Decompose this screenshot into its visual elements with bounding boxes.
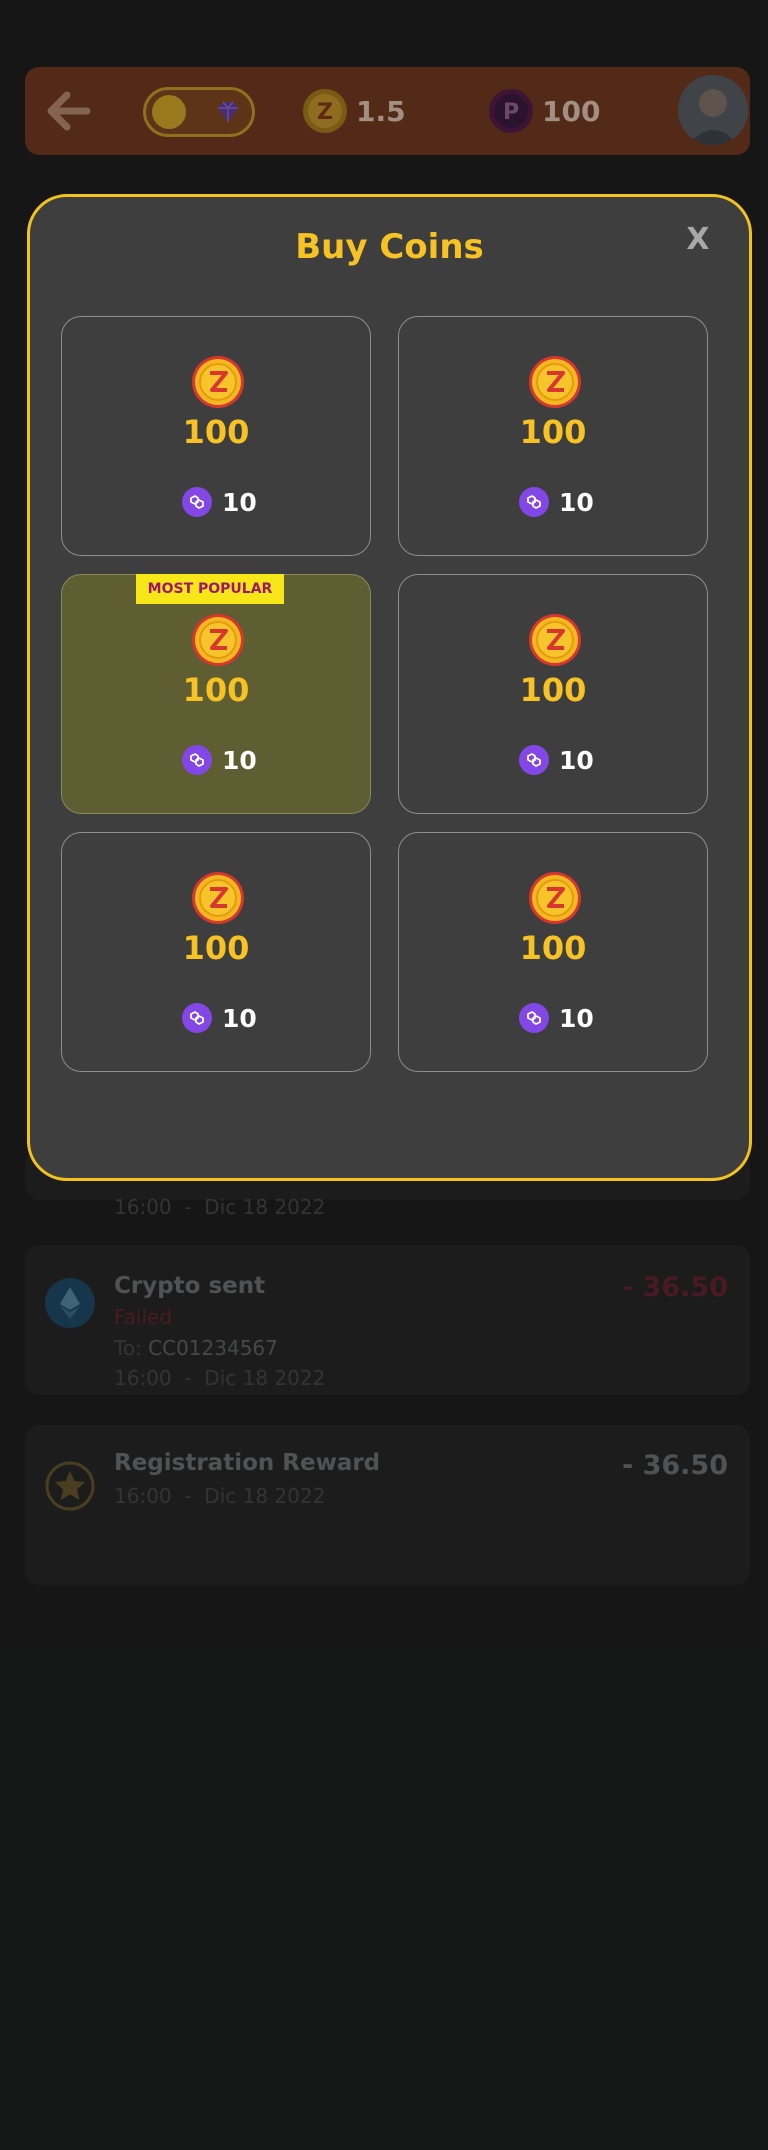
package-price: 10	[182, 745, 257, 775]
coin-package[interactable]: 100 10	[61, 316, 371, 556]
package-price-value: 10	[222, 487, 257, 517]
close-button[interactable]: X	[681, 223, 715, 257]
package-price: 10	[519, 745, 594, 775]
modal-title: Buy Coins	[295, 227, 484, 267]
package-price: 10	[519, 1003, 594, 1033]
coin-package[interactable]: 100 10	[398, 832, 708, 1072]
polygon-icon	[182, 745, 212, 775]
z-coin-icon	[192, 872, 244, 924]
polygon-icon	[182, 1003, 212, 1033]
polygon-icon	[519, 487, 549, 517]
package-price-value: 10	[222, 1003, 257, 1033]
package-amount: 100	[182, 929, 250, 967]
package-amount: 100	[519, 413, 587, 451]
coin-package[interactable]: 100 10	[61, 832, 371, 1072]
package-price: 10	[182, 487, 257, 517]
package-price-value: 10	[559, 745, 594, 775]
z-coin-icon	[529, 614, 581, 666]
most-popular-badge: MOST POPULAR	[136, 574, 284, 604]
package-amount: 100	[182, 671, 250, 709]
package-price-value: 10	[559, 487, 594, 517]
package-price: 10	[182, 1003, 257, 1033]
polygon-icon	[519, 1003, 549, 1033]
coin-package-popular[interactable]: 100 10 MOST POPULAR	[61, 574, 371, 814]
package-amount: 100	[519, 929, 587, 967]
z-coin-icon	[192, 356, 244, 408]
z-coin-icon	[529, 356, 581, 408]
coin-package[interactable]: 100 10	[398, 316, 708, 556]
z-coin-icon	[192, 614, 244, 666]
package-price-value: 10	[559, 1003, 594, 1033]
polygon-icon	[519, 745, 549, 775]
polygon-icon	[182, 487, 212, 517]
buy-coins-modal: Buy Coins X 100 10 100 10 100 10 MOST PO…	[27, 194, 752, 1181]
package-amount: 100	[519, 671, 587, 709]
z-coin-icon	[529, 872, 581, 924]
package-price: 10	[519, 487, 594, 517]
package-amount: 100	[182, 413, 250, 451]
package-price-value: 10	[222, 745, 257, 775]
coin-package[interactable]: 100 10	[398, 574, 708, 814]
